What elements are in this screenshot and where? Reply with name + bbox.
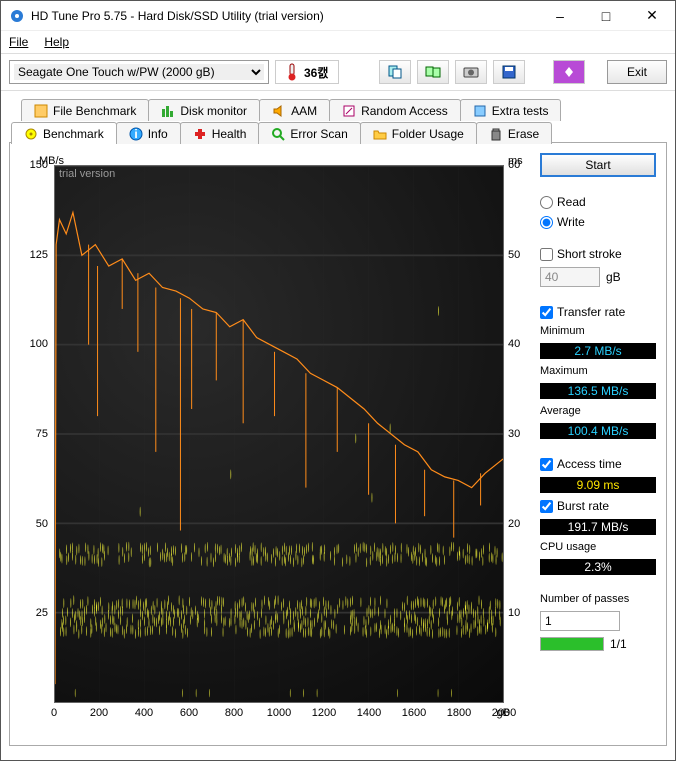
temperature-display: 36캜: [275, 60, 339, 84]
save-button[interactable]: [493, 60, 525, 84]
y-axis-left: MB/s 255075100125150: [20, 165, 52, 703]
cpu-label: CPU usage: [540, 541, 656, 553]
side-panel: Start Read Write Short stroke gB Transfe…: [540, 153, 656, 735]
pass-text: 1/1: [610, 637, 627, 651]
menubar: File Help: [1, 31, 675, 53]
window-title: HD Tune Pro 5.75 - Hard Disk/SSD Utility…: [31, 9, 537, 23]
maximize-button[interactable]: □: [583, 1, 629, 30]
start-button[interactable]: Start: [540, 153, 656, 177]
svg-text:i: i: [134, 127, 137, 141]
temperature-value: 36캜: [304, 64, 328, 81]
thermometer-icon: [286, 63, 298, 81]
passes-input[interactable]: [540, 611, 620, 631]
avg-value: 100.4 MB/s: [540, 423, 656, 439]
options-button[interactable]: [553, 60, 585, 84]
burst-rate-checkbox[interactable]: Burst rate: [540, 499, 656, 513]
write-radio[interactable]: Write: [540, 215, 656, 229]
content-pane: MB/s 255075100125150 ms 102030405060 tri…: [9, 142, 667, 746]
y-axis-right: ms 102030405060: [504, 165, 530, 703]
tab-area: File Benchmark Disk monitor AAM Random A…: [1, 99, 675, 747]
copy-screenshot-button[interactable]: [417, 60, 449, 84]
short-stroke-value: [540, 267, 600, 287]
tab-extra-tests[interactable]: Extra tests: [460, 99, 562, 121]
tab-aam[interactable]: AAM: [259, 99, 330, 121]
min-label: Minimum: [540, 325, 656, 337]
pass-progress: [540, 637, 604, 651]
burst-rate-value: 191.7 MB/s: [540, 519, 656, 535]
minimize-button[interactable]: –: [537, 1, 583, 30]
menu-file[interactable]: File: [9, 35, 28, 49]
cpu-value: 2.3%: [540, 559, 656, 575]
tab-error-scan[interactable]: Error Scan: [258, 122, 360, 144]
tab-disk-monitor[interactable]: Disk monitor: [148, 99, 260, 121]
tab-health[interactable]: Health: [180, 122, 260, 144]
close-button[interactable]: ✕: [629, 1, 675, 30]
app-icon: [9, 8, 25, 24]
avg-label: Average: [540, 405, 656, 417]
screenshot-button[interactable]: [455, 60, 487, 84]
read-radio[interactable]: Read: [540, 195, 656, 209]
tab-erase[interactable]: Erase: [476, 122, 552, 144]
tab-info[interactable]: iInfo: [116, 122, 181, 144]
drive-select[interactable]: Seagate One Touch w/PW (2000 gB): [9, 60, 269, 84]
toolbar: Seagate One Touch w/PW (2000 gB) 36캜 Exi…: [1, 53, 675, 91]
copy-info-button[interactable]: [379, 60, 411, 84]
access-time-value: 9.09 ms: [540, 477, 656, 493]
benchmark-chart: MB/s 255075100125150 ms 102030405060 tri…: [20, 153, 530, 733]
max-value: 136.5 MB/s: [540, 383, 656, 399]
tab-benchmark[interactable]: Benchmark: [11, 122, 117, 144]
max-label: Maximum: [540, 365, 656, 377]
tab-file-benchmark[interactable]: File Benchmark: [21, 99, 149, 121]
x-axis: gB 0200400600800100012001400160018002000: [54, 707, 504, 723]
tab-random-access[interactable]: Random Access: [329, 99, 461, 121]
tab-folder-usage[interactable]: Folder Usage: [360, 122, 477, 144]
short-stroke-checkbox[interactable]: Short stroke: [540, 247, 656, 261]
exit-button[interactable]: Exit: [607, 60, 667, 84]
titlebar: HD Tune Pro 5.75 - Hard Disk/SSD Utility…: [1, 1, 675, 31]
menu-help[interactable]: Help: [44, 35, 69, 49]
min-value: 2.7 MB/s: [540, 343, 656, 359]
plot-area: trial version: [54, 165, 504, 703]
transfer-rate-checkbox[interactable]: Transfer rate: [540, 305, 656, 319]
access-time-checkbox[interactable]: Access time: [540, 457, 656, 471]
passes-label: Number of passes: [540, 593, 656, 605]
